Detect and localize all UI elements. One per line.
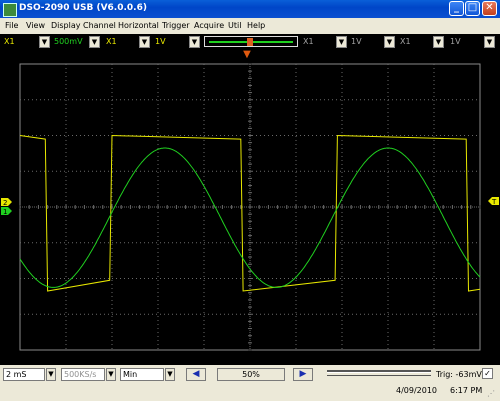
menu-file[interactable]: File (5, 21, 18, 30)
ch2-marker-label: 2 (3, 199, 7, 207)
close-button[interactable]: ✕ (482, 1, 497, 16)
menu-bar: File View Display Channel Horizontal Tri… (0, 18, 500, 34)
ch3-probe-select[interactable]: X1 (301, 36, 335, 48)
chevron-down-icon[interactable]: ▼ (139, 36, 150, 48)
chevron-down-icon[interactable]: ▼ (165, 368, 175, 381)
ch3-volts-select[interactable]: 1V (349, 36, 383, 48)
waveform-plot: 2 1 T (0, 51, 500, 365)
maximize-button[interactable]: □ (465, 1, 480, 16)
chevron-down-icon[interactable]: ▼ (336, 36, 347, 48)
sample-rate-field: 500KS/s (61, 368, 105, 381)
menu-acquire[interactable]: Acquire (194, 21, 224, 30)
trigger-position-slider[interactable] (204, 36, 298, 47)
chevron-down-icon[interactable]: ▼ (189, 36, 200, 48)
trigger-position-marker: ▼ (243, 49, 251, 60)
timebase-select[interactable]: 2 mS (3, 368, 45, 381)
resize-grip-icon[interactable]: ⋰ (487, 389, 497, 399)
ch2-volts-select[interactable]: 1V (153, 36, 187, 48)
ch1-volts-select[interactable]: 500mV (52, 36, 88, 48)
menu-util[interactable]: Util (228, 21, 241, 30)
title-bar: DSO-2090 USB (V6.0.0.6) _ □ ✕ (0, 0, 500, 18)
ch4-volts-select[interactable]: 1V (448, 36, 482, 48)
slider-divider (327, 375, 431, 376)
trigger-level-slider[interactable] (327, 370, 431, 373)
menu-trigger[interactable]: Trigger (162, 21, 190, 30)
ch1-marker-label: 1 (3, 208, 7, 216)
chevron-down-icon[interactable]: ▼ (89, 36, 100, 48)
ch4-probe-select[interactable]: X1 (398, 36, 432, 48)
menu-display[interactable]: Display (51, 21, 81, 30)
chevron-down-icon[interactable]: ▼ (39, 36, 50, 48)
menu-horizontal[interactable]: Horizontal (118, 21, 159, 30)
window-title: DSO-2090 USB (V6.0.0.6) (19, 3, 147, 13)
chevron-down-icon[interactable]: ▼ (46, 368, 56, 381)
chevron-down-icon[interactable]: ▼ (106, 368, 116, 381)
scope-display: 2 1 T (0, 51, 500, 365)
status-time: 6:17 PM (450, 386, 483, 395)
scroll-left-button[interactable]: ◀ (186, 368, 206, 381)
ch2-probe-select[interactable]: X1 (104, 36, 140, 48)
menu-view[interactable]: View (26, 21, 45, 30)
chevron-down-icon[interactable]: ▼ (433, 36, 444, 48)
chevron-down-icon[interactable]: ▼ (384, 36, 395, 48)
ch1-probe-select[interactable]: X1 (2, 36, 38, 48)
acquire-mode-select[interactable]: Min (120, 368, 164, 381)
menu-channel[interactable]: Channel (83, 21, 116, 30)
menu-help[interactable]: Help (247, 21, 265, 30)
chevron-down-icon[interactable]: ▼ (484, 36, 495, 48)
app-icon (3, 3, 17, 17)
trigger-marker-label: T (491, 198, 497, 206)
slider-knob[interactable] (247, 38, 253, 46)
horizontal-position-readout: 50% (217, 368, 285, 381)
scroll-right-button[interactable]: ▶ (293, 368, 313, 381)
trigger-checkbox[interactable]: ✓ (482, 368, 493, 379)
minimize-button[interactable]: _ (449, 1, 464, 16)
status-date: 4/09/2010 (396, 386, 438, 395)
